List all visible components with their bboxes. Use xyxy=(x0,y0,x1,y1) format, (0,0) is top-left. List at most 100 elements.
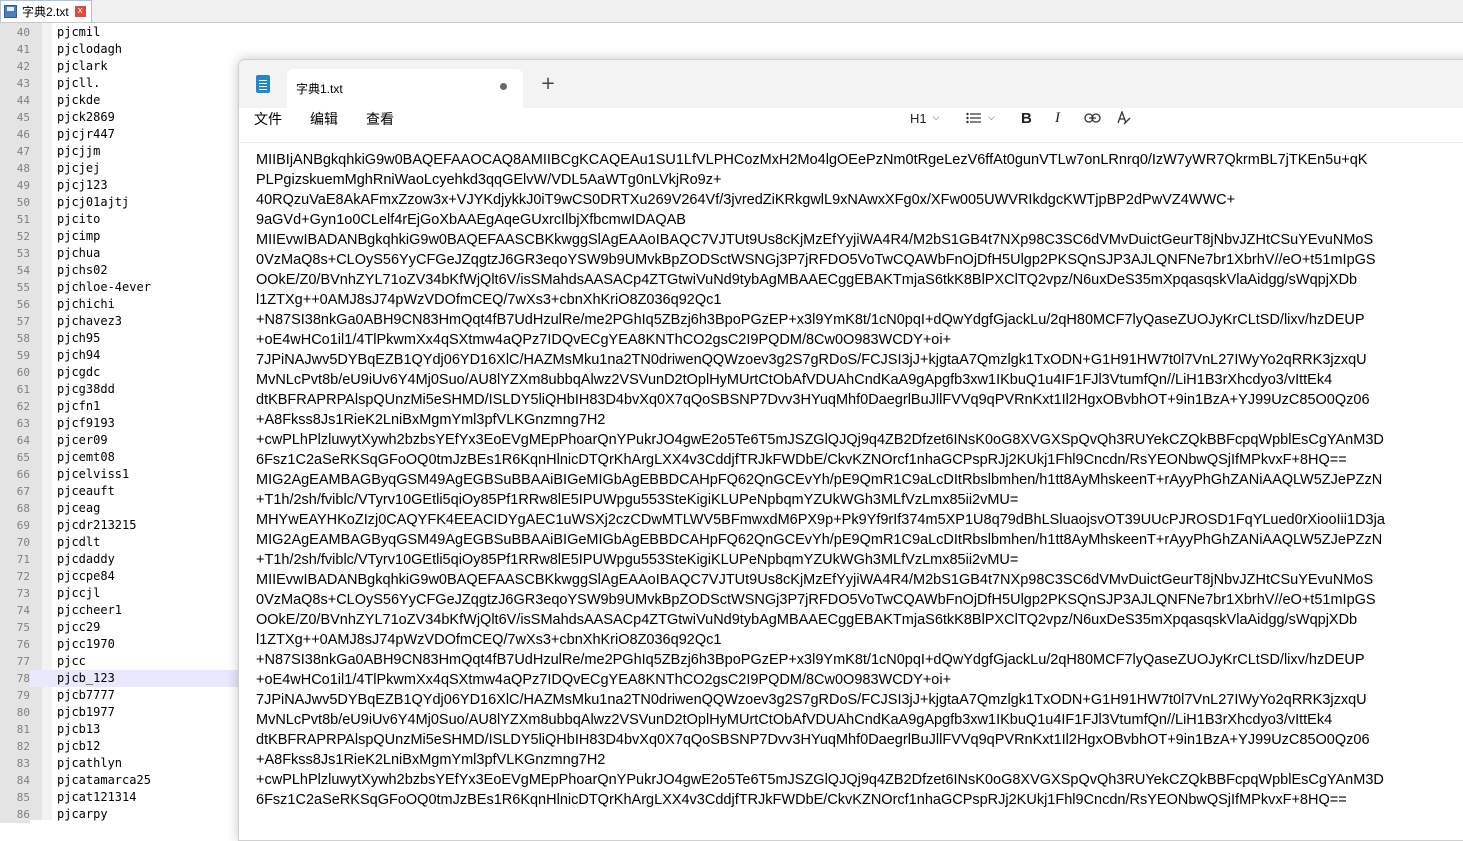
clear-formatting-icon xyxy=(1117,110,1131,124)
text-line: 6Fsz1C2aSeRKSqGFoOQ0tmJzBEs1R6KqnHlnicDT… xyxy=(256,452,1347,468)
text-line: MIG2AgEAMBAGByqGSM49AgEGBSuBBAAiBIGeMIGb… xyxy=(256,532,1383,548)
notepad-tab-title: 字典1.txt xyxy=(296,82,343,96)
line-text: pjcj01ajtj xyxy=(57,195,130,209)
line-number: 71 xyxy=(0,551,30,568)
text-line: +A8Fkss8Js1RieK2LniBxMgmYml3pfVLKGnzmng7… xyxy=(256,752,606,768)
line-text: pjcarpy xyxy=(57,807,108,821)
text-line: 40RQzuVaE8AkAFmxZzow3x+VJYKdjykkJ0iT9wCS… xyxy=(256,192,1236,208)
line-number: 40 xyxy=(0,24,30,41)
line-text: pjcb_123 xyxy=(57,671,115,685)
text-line: 0VzMaQ8s+CLOyS56YyCFGeJZqgtzJ6GR3eqoYSW9… xyxy=(256,252,1376,268)
notepad-menu-bar: 文件 编辑 查看 H1 ⌵ ⌵ B I xyxy=(239,108,1463,143)
link-button[interactable] xyxy=(1084,108,1101,128)
line-text: pjcc1970 xyxy=(57,637,115,651)
line-text: pjccheer1 xyxy=(57,603,123,617)
menu-file[interactable]: 文件 xyxy=(254,109,282,129)
new-tab-button[interactable]: + xyxy=(539,75,557,93)
editor-line[interactable]: 40 pjcmil xyxy=(0,24,1463,41)
line-number: 78 xyxy=(0,670,30,687)
line-number: 55 xyxy=(0,279,30,296)
list-dropdown[interactable]: ⌵ xyxy=(966,108,995,128)
line-number: 62 xyxy=(0,398,30,415)
back-file-tab[interactable]: 字典2.txt x xyxy=(0,0,92,22)
line-number: 75 xyxy=(0,619,30,636)
line-number: 47 xyxy=(0,143,30,160)
text-line: MIG2AgEAMBAGByqGSM49AgEGBSuBBAAiBIGeMIGb… xyxy=(256,472,1383,488)
bold-button[interactable]: B xyxy=(1021,108,1032,128)
italic-button[interactable]: I xyxy=(1055,108,1060,128)
line-number: 70 xyxy=(0,534,30,551)
line-number: 56 xyxy=(0,296,30,313)
line-text: pjckde xyxy=(57,93,101,107)
line-number: 54 xyxy=(0,262,30,279)
line-number: 42 xyxy=(0,58,30,75)
close-tab-icon[interactable]: x xyxy=(74,6,86,17)
line-text: pjcer09 xyxy=(57,433,108,447)
line-number: 81 xyxy=(0,721,30,738)
line-number: 46 xyxy=(0,126,30,143)
clear-formatting-button[interactable] xyxy=(1116,108,1132,128)
line-text: pjcdaddy xyxy=(57,552,115,566)
line-number: 82 xyxy=(0,738,30,755)
line-text: pjcito xyxy=(57,212,101,226)
text-line: 6Fsz1C2aSeRKSqGFoOQ0tmJzBEs1R6KqnHlnicDT… xyxy=(256,792,1347,808)
heading-dropdown[interactable]: H1 ⌵ xyxy=(910,108,939,128)
line-text: pjcf9193 xyxy=(57,416,115,430)
line-number: 74 xyxy=(0,602,30,619)
line-text: pjclodagh xyxy=(57,42,123,56)
line-text: pjcjjm xyxy=(57,144,101,158)
text-line: +T1h/2sh/fviblc/VTyrv10GEtli5qiOy85Pf1RR… xyxy=(256,552,1019,568)
text-line: 9aGVd+Gyn1o0CLelf4rEjGoXbAAEgAqeGUxrcIlb… xyxy=(256,212,686,228)
line-text: pjcathlyn xyxy=(57,756,123,770)
text-line: MIIBIjANBgkqhkiG9w0BAQEFAAOCAQ8AMIIBCgKC… xyxy=(256,152,1368,168)
line-number: 83 xyxy=(0,755,30,772)
line-number: 64 xyxy=(0,432,30,449)
line-text: pjchloe-4ever xyxy=(57,280,151,294)
text-line: dtKBFRAPRPAlspQUnzMi5eSHMD/ISLDY5liQHbIH… xyxy=(256,392,1370,408)
text-line: +oE4wHCo1il1/4TlPkwmXx4qSXtmw4aQPz7IDQvE… xyxy=(256,332,952,348)
link-icon xyxy=(1084,113,1101,123)
text-line: MHYwEAYHKoZIzj0CAQYFK4EEACIDYgAEC1uWSXj2… xyxy=(256,512,1385,528)
line-text: pjceag xyxy=(57,501,101,515)
line-number: 68 xyxy=(0,500,30,517)
line-text: pjcb12 xyxy=(57,739,101,753)
editor-line[interactable]: 41 pjclodagh xyxy=(0,41,1463,58)
line-text: pjccpe84 xyxy=(57,569,115,583)
line-number: 66 xyxy=(0,466,30,483)
text-line: 0VzMaQ8s+CLOyS56YyCFGeJZqgtzJ6GR3eqoYSW9… xyxy=(256,592,1376,608)
menu-view[interactable]: 查看 xyxy=(366,109,394,129)
line-text: pjck2869 xyxy=(57,110,115,124)
notepad-text-area[interactable]: MIIBIjANBgkqhkiG9w0BAQEFAAOCAQ8AMIIBCgKC… xyxy=(256,150,1463,810)
menu-edit[interactable]: 编辑 xyxy=(310,109,338,129)
line-text: pjcgdc xyxy=(57,365,101,379)
text-line: OOkE/Z0/BVnhZYL71oZV34bKfWjQlt6V/isSMahd… xyxy=(256,272,1358,288)
text-line: +cwPLhPlzluwytXywh2bzbsYEfYx3EoEVgMEpPho… xyxy=(256,432,1384,448)
unsaved-dot-icon[interactable] xyxy=(500,83,507,90)
text-line: MIIEvwIBADANBgkqhkiG9w0BAQEFAASCBKkwggSl… xyxy=(256,232,1374,248)
line-text: pjcimp xyxy=(57,229,101,243)
line-text: pjcelviss1 xyxy=(57,467,130,481)
line-text: pjcg38dd xyxy=(57,382,115,396)
line-number: 69 xyxy=(0,517,30,534)
line-text: pjcc xyxy=(57,654,86,668)
line-number: 67 xyxy=(0,483,30,500)
notepad-file-tab[interactable]: 字典1.txt xyxy=(287,69,523,108)
line-text: pjcat121314 xyxy=(57,790,137,804)
line-text: pjceauft xyxy=(57,484,115,498)
line-number: 53 xyxy=(0,245,30,262)
chevron-down-icon: ⌵ xyxy=(932,113,940,123)
notepad-title-bar: 字典1.txt + xyxy=(239,60,1463,108)
line-text: pjcatamarca25 xyxy=(57,773,151,787)
line-number: 49 xyxy=(0,177,30,194)
line-number: 77 xyxy=(0,653,30,670)
line-text: pjcjr447 xyxy=(57,127,115,141)
line-number: 61 xyxy=(0,381,30,398)
line-text: pjchs02 xyxy=(57,263,108,277)
line-number: 85 xyxy=(0,789,30,806)
line-text: pjcll. xyxy=(57,76,101,90)
line-number: 80 xyxy=(0,704,30,721)
text-line: PLPgizskuemMghRniWaoLcyehkd3qqGElvW/VDL5… xyxy=(256,172,722,188)
line-text: pjclark xyxy=(57,59,108,73)
line-text: pjcb13 xyxy=(57,722,101,736)
bulleted-list-icon xyxy=(966,112,981,124)
